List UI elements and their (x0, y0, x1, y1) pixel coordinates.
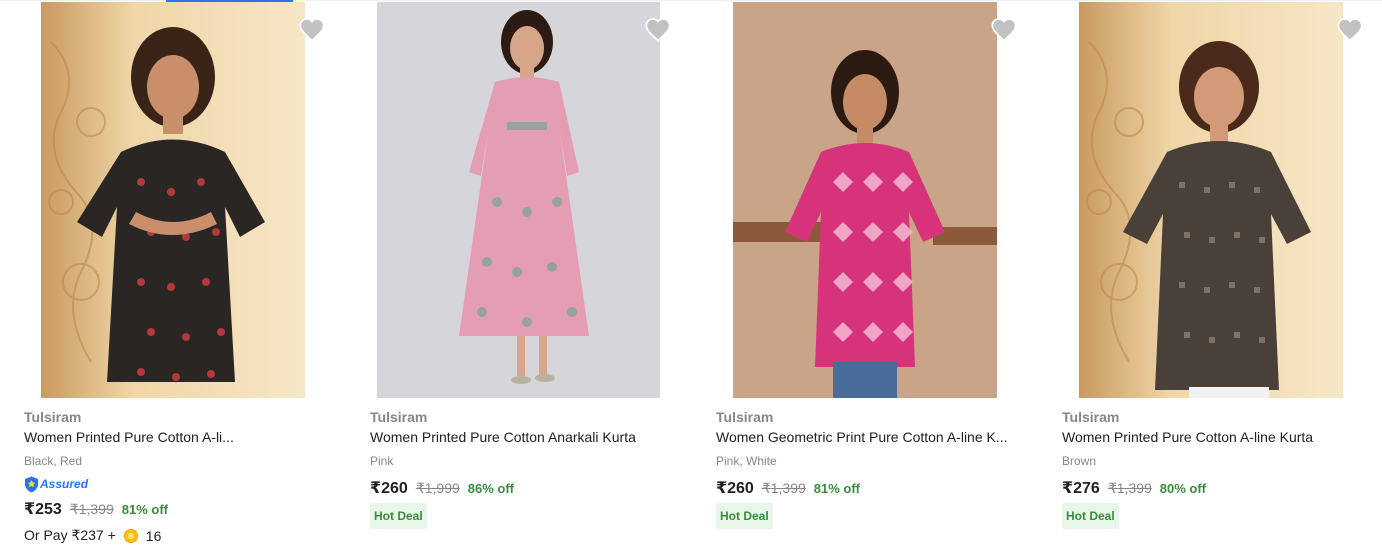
selling-price: ₹260 (370, 480, 408, 497)
hot-deal-badge: Hot Deal (370, 503, 427, 529)
product-brand: Tulsiram (24, 409, 82, 425)
product-brand: Tulsiram (1062, 409, 1120, 425)
product-color: Pink (370, 454, 394, 468)
coin-count: 16 (145, 527, 162, 544)
supercoin-icon (123, 528, 138, 543)
price-row: ₹276 ₹1,399 80% off (1062, 478, 1206, 498)
product-image-2[interactable] (377, 2, 660, 398)
product-card-1[interactable]: Tulsiram Women Printed Pure Cotton A-li.… (24, 0, 364, 552)
selling-price: ₹253 (24, 501, 62, 518)
product-title[interactable]: Women Printed Pure Cotton A-line Kurta (1062, 429, 1313, 445)
original-price: ₹1,399 (69, 501, 114, 517)
wishlist-heart-icon[interactable] (644, 16, 672, 44)
selling-price: ₹276 (1062, 480, 1100, 497)
price-row: ₹260 ₹1,999 86% off (370, 478, 514, 498)
wishlist-heart-icon[interactable] (298, 16, 326, 44)
product-title[interactable]: Women Printed Pure Cotton Anarkali Kurta (370, 429, 636, 445)
original-price: ₹1,399 (1107, 480, 1152, 496)
product-color: Black, Red (24, 454, 83, 468)
discount-percent: 80% off (1159, 481, 1207, 496)
product-title[interactable]: Women Geometric Print Pure Cotton A-line… (716, 429, 1008, 445)
discount-percent: 86% off (467, 481, 515, 496)
product-card-4[interactable]: Tulsiram Women Printed Pure Cotton A-lin… (1062, 0, 1382, 552)
assured-shield-icon (25, 476, 38, 492)
assured-label: Assured (40, 477, 89, 491)
original-price: ₹1,999 (415, 480, 460, 496)
selling-price: ₹260 (716, 480, 754, 497)
product-card-3[interactable]: Tulsiram Women Geometric Print Pure Cott… (716, 0, 1056, 552)
discount-percent: 81% off (121, 502, 169, 517)
product-brand: Tulsiram (716, 409, 774, 425)
product-brand: Tulsiram (370, 409, 428, 425)
or-pay-label: Or Pay ₹237 + (24, 527, 116, 543)
product-title[interactable]: Women Printed Pure Cotton A-li... (24, 429, 234, 445)
wishlist-heart-icon[interactable] (990, 16, 1018, 44)
supercoin-offer: Or Pay ₹237 + 16 (24, 527, 161, 544)
product-color: Brown (1062, 454, 1097, 468)
product-image-3[interactable] (733, 2, 997, 398)
product-color: Pink, White (716, 454, 777, 468)
assured-badge: Assured (24, 475, 88, 493)
price-row: ₹253 ₹1,399 81% off (24, 499, 168, 519)
wishlist-heart-icon[interactable] (1336, 16, 1364, 44)
product-image-4[interactable] (1079, 2, 1343, 398)
product-image-1[interactable] (41, 2, 305, 398)
discount-percent: 81% off (813, 481, 861, 496)
hot-deal-badge: Hot Deal (1062, 503, 1119, 529)
hot-deal-badge: Hot Deal (716, 503, 773, 529)
price-row: ₹260 ₹1,399 81% off (716, 478, 860, 498)
product-card-2[interactable]: Tulsiram Women Printed Pure Cotton Anark… (370, 0, 710, 552)
original-price: ₹1,399 (761, 480, 806, 496)
